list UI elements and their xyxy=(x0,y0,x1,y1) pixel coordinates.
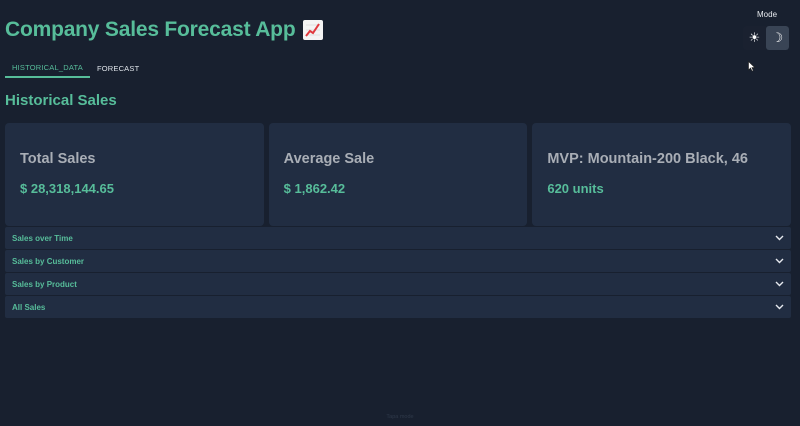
kpi-card-value: $ 28,318,144.65 xyxy=(20,181,114,196)
tab-forecast[interactable]: FORECAST xyxy=(90,58,146,78)
chart-increasing-icon xyxy=(303,20,324,40)
kpi-card-label: Average Sale xyxy=(283,151,375,167)
kpi-card-label: MVP: Mountain-200 Black, 46 xyxy=(547,151,748,167)
chevron-down-icon xyxy=(775,258,784,264)
accordion: Sales over Time Sales by Customer Sales … xyxy=(5,227,791,319)
app-title: Company Sales Forecast App xyxy=(5,18,324,42)
kpi-card-value: 620 units xyxy=(547,181,604,196)
app-title-text: Company Sales Forecast App xyxy=(5,18,296,41)
moon-icon: ☽ xyxy=(771,30,784,45)
mouse-cursor-icon xyxy=(748,59,756,77)
kpi-card-label: Total Sales xyxy=(20,151,96,167)
accordion-sales-by-product[interactable]: Sales by Product xyxy=(5,273,791,295)
accordion-label: Sales by Product xyxy=(12,279,77,289)
kpi-card-average-sale: Average Sale $ 1,862.42 xyxy=(268,123,528,226)
accordion-label: Sales over Time xyxy=(12,233,73,243)
kpi-card-total-sales: Total Sales $ 28,318,144.65 xyxy=(5,123,264,226)
kpi-cards: Total Sales $ 28,318,144.65 Average Sale… xyxy=(5,123,792,226)
accordion-all-sales[interactable]: All Sales xyxy=(5,296,791,318)
chevron-down-icon xyxy=(775,304,784,310)
accordion-sales-by-customer[interactable]: Sales by Customer xyxy=(5,250,791,272)
tab-historical-data[interactable]: HISTORICAL_DATA xyxy=(5,58,90,78)
chevron-down-icon xyxy=(775,235,784,241)
kpi-card-value: $ 1,862.42 xyxy=(283,181,346,196)
kpi-card-mvp: MVP: Mountain-200 Black, 46 620 units xyxy=(532,123,792,226)
dark-mode-button[interactable]: ☽ xyxy=(766,26,789,50)
sun-icon: ☀ xyxy=(748,30,761,45)
chevron-down-icon xyxy=(775,281,784,287)
accordion-label: Sales by Customer xyxy=(12,256,85,266)
tab-bar: HISTORICAL_DATA FORECAST xyxy=(5,58,146,78)
mode-label: Mode xyxy=(757,10,778,19)
section-title: Historical Sales xyxy=(5,92,117,109)
footer-text: Tapa mode xyxy=(386,414,414,420)
accordion-label: All Sales xyxy=(12,302,46,312)
accordion-sales-over-time[interactable]: Sales over Time xyxy=(5,227,791,249)
mode-toggle[interactable]: ☀ ☽ xyxy=(743,26,789,50)
light-mode-button[interactable]: ☀ xyxy=(743,26,766,50)
